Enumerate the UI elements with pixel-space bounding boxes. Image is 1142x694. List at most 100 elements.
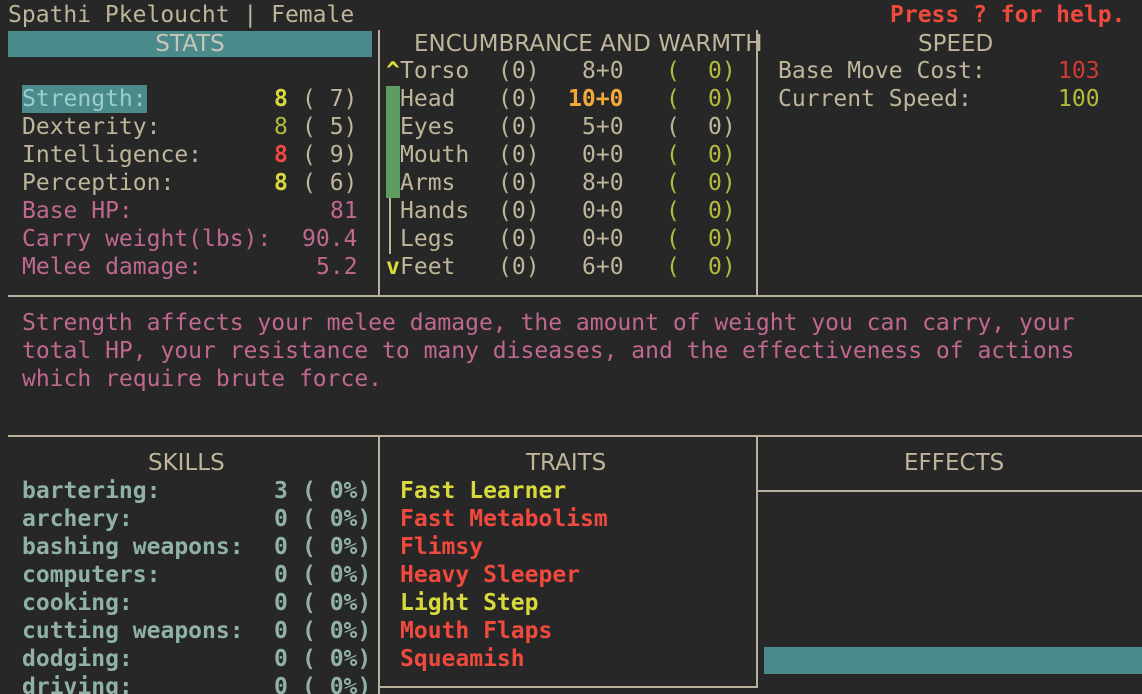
stat-value-strength: 8 <box>274 86 288 112</box>
warmth-paren: ( <box>666 170 680 196</box>
effects-title[interactable]: EFFECTS <box>904 449 1004 477</box>
warmth-extra: 0) <box>708 114 736 140</box>
skill-level: 0 <box>274 646 288 672</box>
skill-name[interactable]: driving: <box>22 673 133 694</box>
stats-title-bar[interactable]: STATS <box>8 31 372 57</box>
trait-good[interactable]: Light Step <box>400 589 538 617</box>
effects-highlight-bar[interactable] <box>764 647 1142 674</box>
skill-level: 0 <box>274 506 288 532</box>
divider <box>8 435 1142 437</box>
skill-name[interactable]: bartering: <box>22 477 160 505</box>
warmth-value: 0+0 <box>582 226 624 252</box>
skill-name[interactable]: archery: <box>22 505 133 533</box>
divider <box>756 436 758 688</box>
carry-weight-label: Carry weight(lbs): <box>22 226 272 252</box>
warmth-extra: 0) <box>708 58 736 84</box>
warmth-extra: 0) <box>708 170 736 196</box>
skill-percent: ( 0%) <box>302 506 372 532</box>
divider <box>378 686 758 688</box>
trait-bad[interactable]: Fast Metabolism <box>400 505 608 533</box>
warmth-extra: 0) <box>708 226 736 252</box>
skill-level: 0 <box>274 562 288 588</box>
scrollbar-track[interactable] <box>389 198 391 254</box>
warmth-paren: ( <box>666 198 680 224</box>
description-line: total HP, your resistance to many diseas… <box>22 338 1075 364</box>
warmth-paren: ( <box>666 86 680 112</box>
traits-title[interactable]: TRAITS <box>526 449 606 477</box>
trait-bad[interactable]: Flimsy <box>400 533 483 561</box>
stat-label-dexterity[interactable]: Dexterity: <box>22 113 160 141</box>
stat-label-intelligence[interactable]: Intelligence: <box>22 141 202 169</box>
base-move-cost-label: Base Move Cost: <box>778 58 986 84</box>
skill-level: 0 <box>274 674 288 694</box>
skill-percent: ( 0%) <box>302 674 372 694</box>
skill-name[interactable]: computers: <box>22 561 160 589</box>
divider <box>756 30 758 296</box>
stats-title: STATS <box>155 31 225 57</box>
scroll-up-icon[interactable]: ^ <box>386 57 400 85</box>
warmth-extra: 0) <box>708 86 736 112</box>
trait-bad[interactable]: Mouth Flaps <box>400 617 552 645</box>
base-hp-label: Base HP: <box>22 198 133 224</box>
encumbrance-value: (0) <box>498 170 540 196</box>
warmth-value: 8+0 <box>582 170 624 196</box>
stat-label-perception[interactable]: Perception: <box>22 169 174 197</box>
speed-title[interactable]: SPEED <box>918 30 993 58</box>
help-hint: Press ? for help. <box>890 2 1126 28</box>
divider <box>378 436 380 694</box>
melee-damage-value: 5.2 <box>316 254 358 280</box>
encumbrance-value: (0) <box>498 198 540 224</box>
bodypart-label: Mouth <box>400 142 470 168</box>
skill-percent: ( 0%) <box>302 534 372 560</box>
melee-damage-label: Melee damage: <box>22 254 203 280</box>
skill-name[interactable]: cutting weapons: <box>22 617 244 645</box>
stat-value-dexterity: 8 <box>274 114 288 140</box>
carry-weight-value: 90.4 <box>302 226 358 252</box>
stat-value-perception: 8 <box>274 170 288 196</box>
stat-base-strength: ( 7) <box>302 86 358 112</box>
stat-base-intelligence: ( 9) <box>302 142 358 168</box>
encumbrance-value: (0) <box>498 226 540 252</box>
base-hp-value: 81 <box>330 198 358 224</box>
encumbrance-value: (0) <box>498 254 540 280</box>
description-line: which require brute force. <box>22 366 383 392</box>
character-name: Spathi Pkeloucht | Female <box>8 2 355 28</box>
warmth-value: 10+0 <box>568 86 624 112</box>
warmth-value: 0+0 <box>582 198 624 224</box>
skills-title[interactable]: SKILLS <box>148 449 225 477</box>
stat-value-intelligence: 8 <box>274 142 288 168</box>
bodypart-label: Eyes <box>400 114 456 140</box>
stat-base-dexterity: ( 5) <box>302 114 358 140</box>
bodypart-label: Legs <box>400 226 456 252</box>
encumbrance-value: (0) <box>498 58 540 84</box>
divider <box>758 490 1142 492</box>
warmth-value: 5+0 <box>582 114 624 140</box>
current-speed-value: 100 <box>1058 86 1100 112</box>
skill-percent: ( 0%) <box>302 562 372 588</box>
warmth-extra: 0) <box>708 254 736 280</box>
bodypart-label: Feet <box>400 254 456 280</box>
skill-percent: ( 0%) <box>302 618 372 644</box>
warmth-value: 8+0 <box>582 58 624 84</box>
divider <box>8 295 1142 297</box>
skill-level: 0 <box>274 590 288 616</box>
skill-name[interactable]: cooking: <box>22 589 133 617</box>
scrollbar-thumb[interactable] <box>386 86 400 198</box>
trait-good[interactable]: Fast Learner <box>400 477 566 505</box>
encumbrance-title[interactable]: ENCUMBRANCE AND WARMTH <box>414 30 763 58</box>
skill-percent: ( 0%) <box>302 590 372 616</box>
warmth-paren: ( <box>666 226 680 252</box>
bodypart-label: Torso <box>400 58 470 84</box>
warmth-paren: ( <box>666 114 680 140</box>
warmth-extra: 0) <box>708 142 736 168</box>
stat-label-strength[interactable]: Strength: <box>22 85 147 113</box>
encumbrance-value: (0) <box>498 114 540 140</box>
skill-name[interactable]: dodging: <box>22 645 133 673</box>
warmth-paren: ( <box>666 254 680 280</box>
trait-bad[interactable]: Heavy Sleeper <box>400 561 580 589</box>
scroll-down-icon[interactable]: v <box>386 253 400 281</box>
trait-bad[interactable]: Squeamish <box>400 645 525 673</box>
base-move-cost-value: 103 <box>1058 58 1100 84</box>
encumbrance-value: (0) <box>498 142 540 168</box>
skill-name[interactable]: bashing weapons: <box>22 533 244 561</box>
